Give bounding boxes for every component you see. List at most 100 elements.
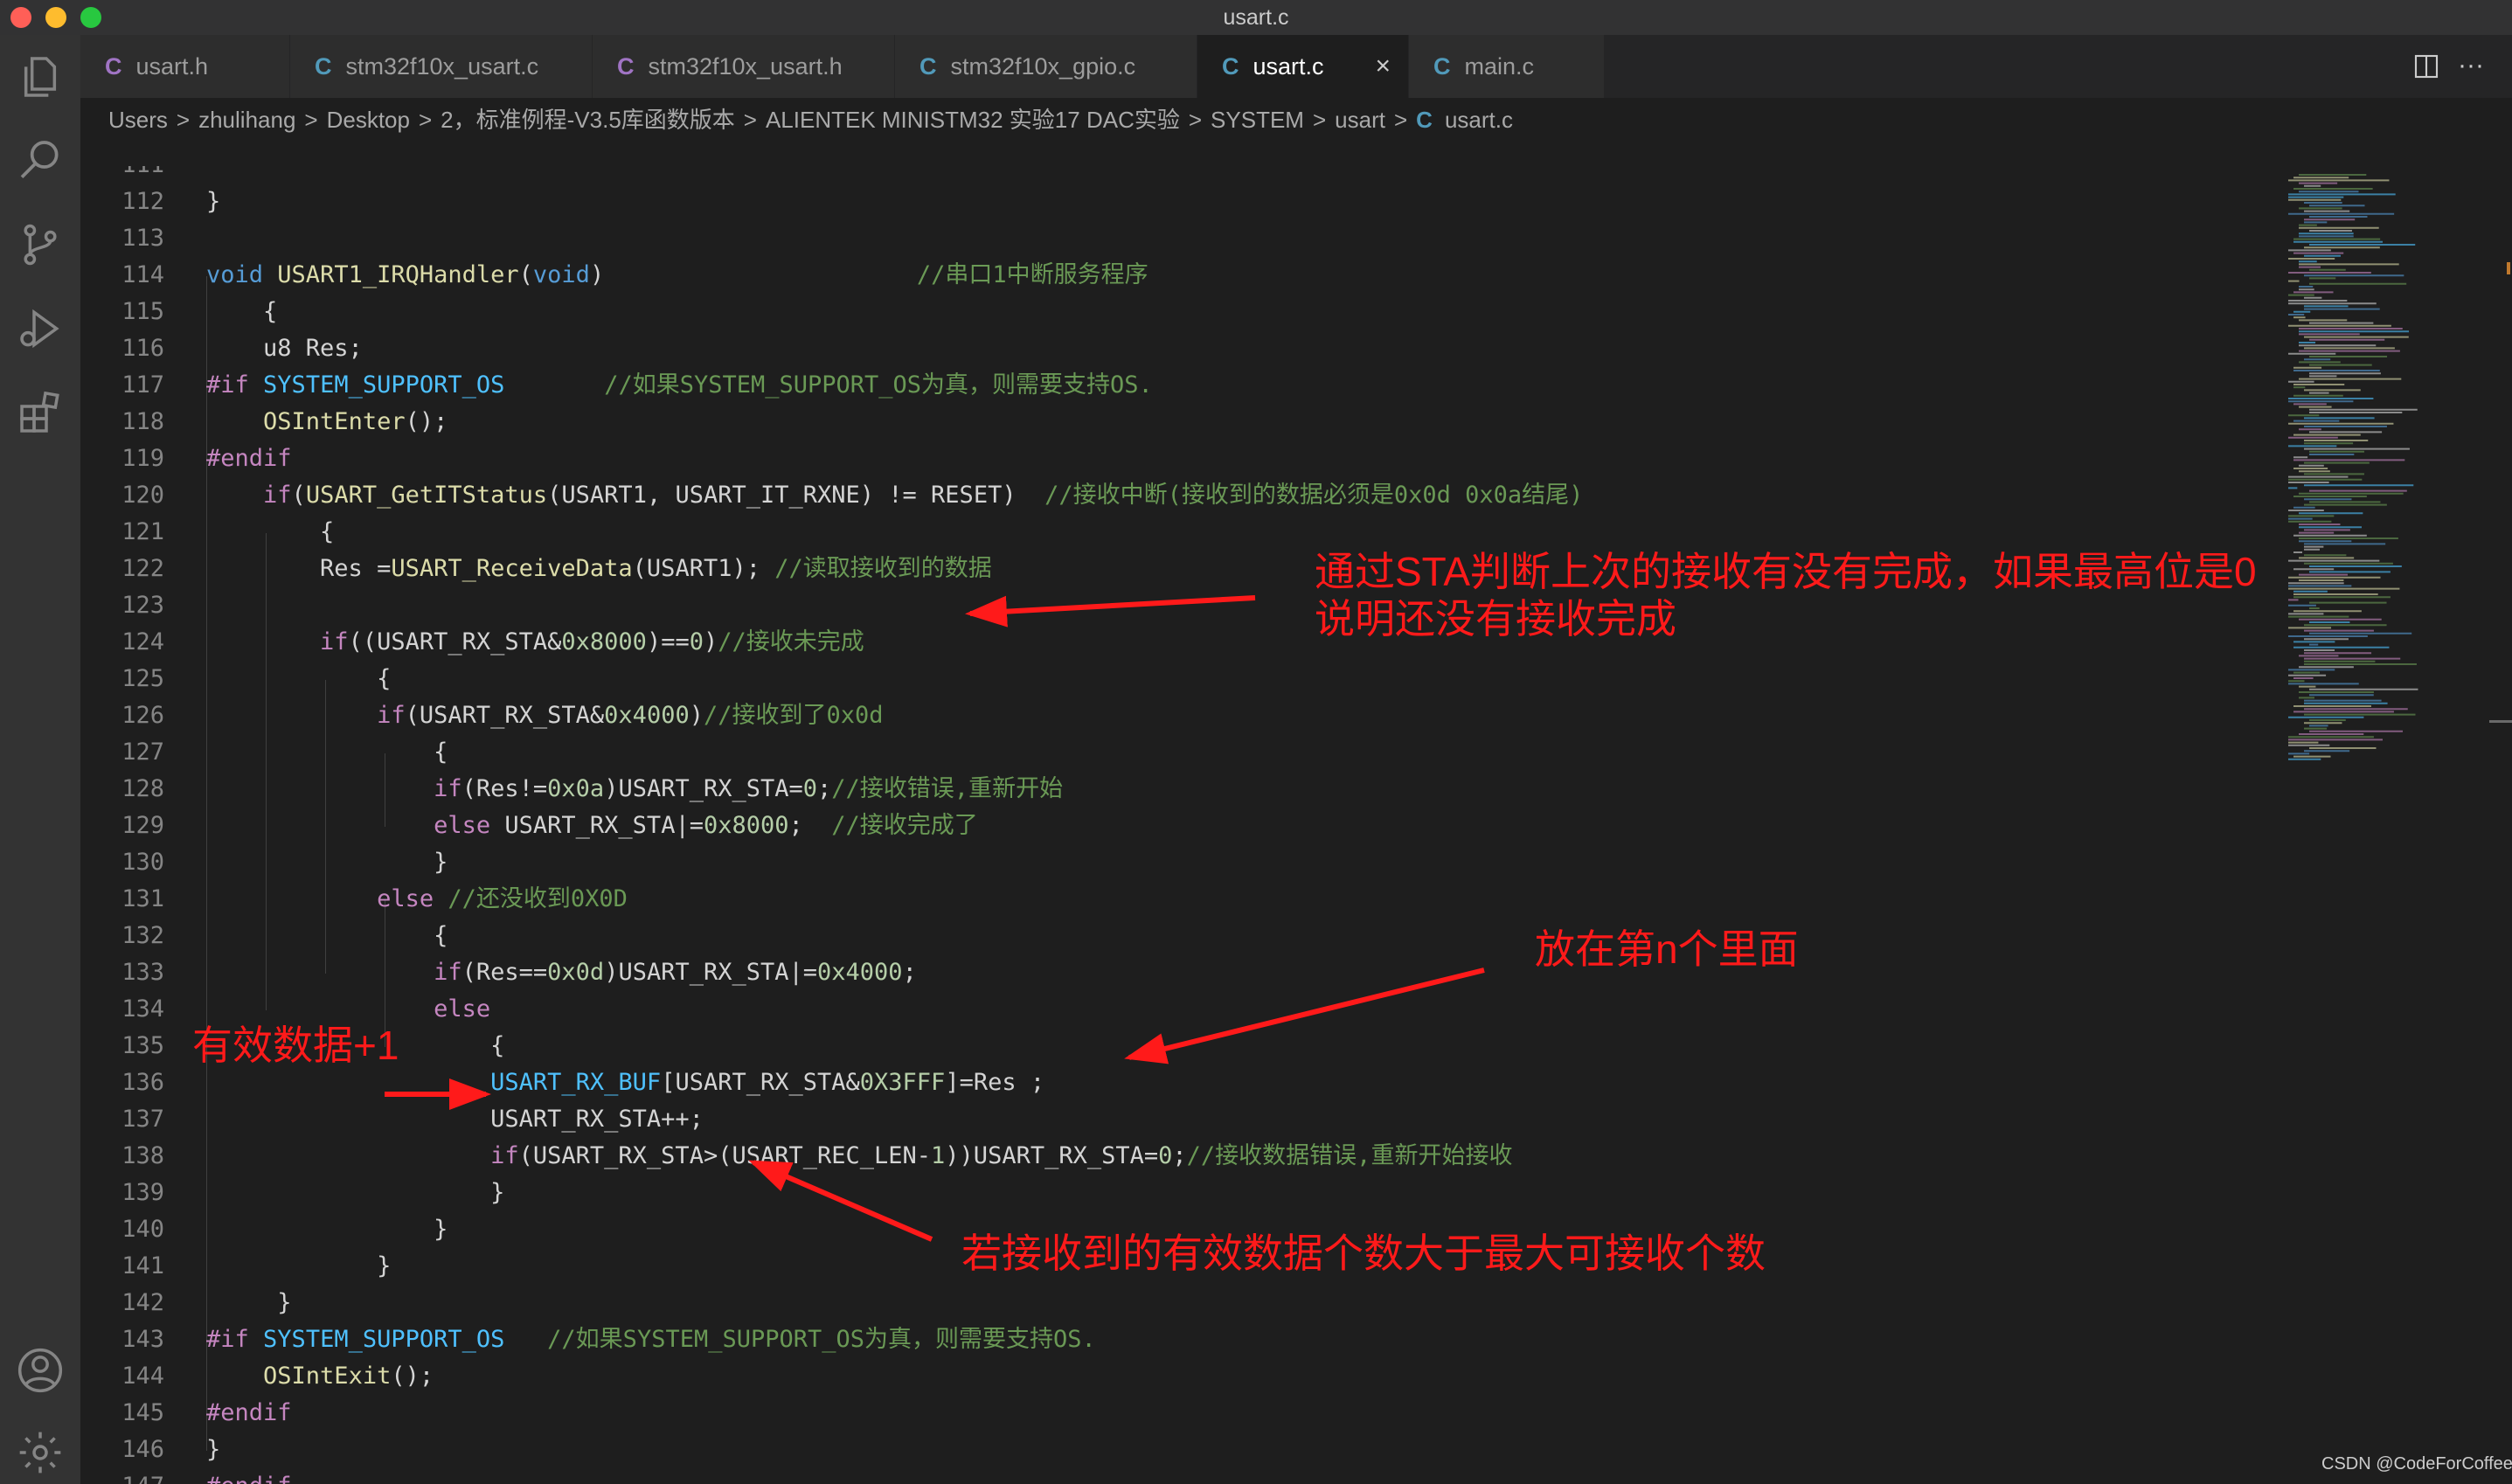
tab-stm32f10x-usart-h[interactable]: Cstm32f10x_usart.h (593, 35, 895, 98)
code-token: ( (291, 482, 306, 509)
activity-bar (0, 35, 80, 1484)
extensions-icon[interactable] (16, 388, 65, 437)
settings-gear-icon[interactable] (16, 1428, 65, 1477)
breadcrumb-item[interactable]: usart.c (1445, 107, 1513, 133)
code-line[interactable]: } (206, 1285, 291, 1321)
code-line[interactable]: if(USART_RX_STA&0x4000)//接收到了0x0d (206, 697, 884, 734)
code-line[interactable]: #endif (206, 1468, 292, 1484)
code-token: { (206, 922, 448, 949)
code-line[interactable]: } (206, 1432, 220, 1468)
c-file-icon: C (315, 53, 332, 80)
line-number: 122 (121, 555, 164, 582)
split-editor-icon[interactable] (2412, 52, 2440, 80)
code-line[interactable]: } (206, 184, 220, 220)
code-line[interactable]: Res =USART_ReceiveData(USART1); //读取接收到的… (206, 551, 992, 587)
breadcrumb-separator: > (176, 107, 191, 133)
explorer-icon[interactable] (16, 52, 65, 101)
code-token: ; (902, 959, 917, 986)
breadcrumb-item[interactable]: usart (1335, 107, 1385, 133)
code-token: void (206, 261, 264, 288)
code-token: if (263, 482, 292, 509)
code-line[interactable]: if(USART_RX_STA>(USART_REC_LEN-1))USART_… (206, 1138, 1512, 1175)
code-token: SYSTEM_SUPPORT_OS (263, 371, 505, 399)
code-token: [USART_RX_STA& (661, 1069, 860, 1096)
tab-stm32f10x-usart-c[interactable]: Cstm32f10x_usart.c (290, 35, 593, 98)
code-line[interactable]: #endif (206, 440, 292, 477)
code-token: if (490, 1142, 519, 1169)
tab-usart-c[interactable]: Cusart.c × (1197, 35, 1409, 98)
tab-stm32f10x-gpio-c[interactable]: Cstm32f10x_gpio.c (895, 35, 1197, 98)
code-line[interactable]: { (206, 514, 334, 551)
code-token: OSIntEnter (263, 408, 406, 435)
breadcrumb-separator: > (1393, 107, 1408, 133)
code-line[interactable]: #if SYSTEM_SUPPORT_OS //如果SYSTEM_SUPPORT… (206, 1321, 1096, 1358)
code-line[interactable]: else USART_RX_STA|=0x8000; //接收完成了 (206, 808, 978, 844)
breadcrumb-item[interactable]: SYSTEM (1211, 107, 1304, 133)
code-line[interactable]: } (206, 844, 448, 881)
breadcrumb-item[interactable]: Desktop (327, 107, 410, 133)
minimap[interactable] (2283, 166, 2512, 1484)
code-token: if (320, 628, 349, 655)
line-number: 142 (121, 1289, 164, 1316)
code-line[interactable]: else //还没收到0X0D (206, 881, 628, 918)
code-token: SYSTEM_SUPPORT_OS (263, 1326, 505, 1353)
code-token: ))USART_RX_STA= (945, 1142, 1159, 1169)
tab-label: main.c (1464, 53, 1535, 80)
breadcrumb-item[interactable]: zhulihang (198, 107, 295, 133)
line-number: 118 (121, 408, 164, 435)
code-token: else (377, 885, 434, 912)
code-token: else (434, 995, 491, 1023)
account-icon[interactable] (16, 1346, 65, 1395)
code-token: USART_ReceiveData (391, 555, 633, 582)
line-number: 139 (121, 1179, 164, 1206)
source-control-icon[interactable] (16, 220, 65, 269)
code-line[interactable]: if(USART_GetITStatus(USART1, USART_IT_RX… (206, 477, 1583, 514)
tab-usart-h[interactable]: Cusart.h (80, 35, 290, 98)
code-line[interactable]: u8 Res; (206, 330, 363, 367)
line-number: 124 (121, 628, 164, 655)
code-line[interactable]: { (206, 661, 391, 697)
code-line[interactable]: void USART1_IRQHandler(void) //串口1中断服务程序 (206, 257, 1148, 294)
breadcrumb-item[interactable]: 2，标准例程-V3.5库函数版本 (441, 107, 735, 133)
code-token: ]=Res ; (945, 1069, 1045, 1096)
code-line[interactable]: if((USART_RX_STA&0x8000)==0)//接收未完成 (206, 624, 864, 661)
code-line[interactable]: { (206, 294, 277, 330)
code-line[interactable]: #endif (206, 1395, 292, 1432)
code-token: } (206, 1252, 392, 1279)
code-line[interactable]: USART_RX_BUF[USART_RX_STA&0X3FFF]=Res ; (206, 1064, 1044, 1101)
code-line[interactable]: } (206, 1248, 391, 1285)
tab-close-icon[interactable]: × (1375, 35, 1391, 98)
code-token: ; (1172, 1142, 1187, 1169)
code-token: { (206, 298, 278, 325)
run-debug-icon[interactable] (16, 304, 65, 353)
more-actions-icon[interactable]: ··· (2458, 52, 2484, 79)
code-editor[interactable]: 111112}113114void USART1_IRQHandler(void… (80, 166, 2283, 1484)
search-icon[interactable] (16, 136, 65, 185)
breadcrumb-item[interactable]: Users (108, 107, 168, 133)
code-line[interactable]: } (206, 1211, 448, 1248)
code-line[interactable]: #if SYSTEM_SUPPORT_OS //如果SYSTEM_SUPPORT… (206, 367, 1153, 404)
code-line[interactable]: if(Res!=0x0a)USART_RX_STA=0;//接收错误,重新开始 (206, 771, 1063, 808)
code-token: if (434, 775, 462, 802)
tab-main-c[interactable]: Cmain.c (1409, 35, 1605, 98)
code-line[interactable]: USART_RX_STA++; (206, 1101, 704, 1138)
code-line[interactable]: if(Res==0x0d)USART_RX_STA|=0x4000; (206, 954, 917, 991)
code-token: //接收到了0x0d (703, 702, 884, 729)
code-line[interactable]: OSIntExit(); (206, 1358, 434, 1395)
code-token: ) (704, 628, 718, 655)
code-token: )USART_RX_STA|= (604, 959, 818, 986)
line-number: 120 (121, 482, 164, 509)
breadcrumb-item[interactable]: ALIENTEK MINISTM32 实验17 DAC实验 (766, 107, 1180, 133)
watermark: CSDN @CodeForCoffee (2321, 1454, 2512, 1474)
code-token: USART_RX_BUF (490, 1069, 662, 1096)
code-token: USART_RX_STA++; (206, 1106, 704, 1133)
code-line[interactable]: } (206, 1175, 504, 1211)
code-line[interactable]: { (206, 918, 448, 954)
code-line[interactable]: { (206, 734, 448, 771)
code-line[interactable]: OSIntEnter(); (206, 404, 448, 440)
annotation-overflow: 若接收到的有效数据个数大于最大可接收个数 (961, 1231, 1766, 1276)
